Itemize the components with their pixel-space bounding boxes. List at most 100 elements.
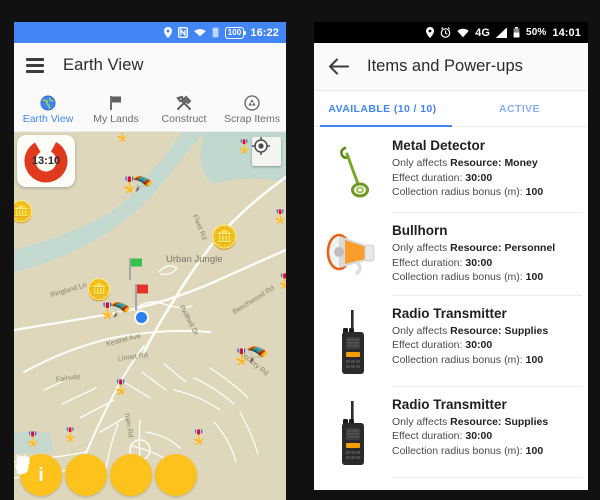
globe-icon: [40, 94, 56, 111]
back-arrow-icon[interactable]: [328, 58, 349, 75]
tab-available[interactable]: AVAILABLE (10 / 10): [314, 91, 451, 127]
item-affects-line: Only affects Resource: Personnel: [392, 241, 578, 256]
tab-earth-view[interactable]: Earth View: [14, 88, 82, 131]
my-location-button[interactable]: [252, 137, 281, 166]
left-phone-screenshot: 100 16:22 Earth View Earth View My Lands…: [0, 0, 300, 500]
list-item[interactable]: Metal Detector Only affects Resource: Mo…: [314, 127, 588, 212]
item-radius-label: Collection radius bonus (m):: [392, 444, 526, 457]
left-app-bar: Earth View: [14, 43, 286, 88]
collect-button[interactable]: [14, 454, 152, 496]
item-radius-value: 100: [525, 353, 544, 366]
tab-scrap-items[interactable]: Scrap Items: [218, 88, 286, 131]
tab-label: Scrap Items: [223, 113, 281, 125]
map-marker-parachute[interactable]: 🪂: [132, 176, 153, 193]
item-name: Radio Transmitter: [392, 396, 507, 412]
item-affects-line: Only affects Resource: Supplies: [392, 324, 578, 339]
item-duration-line: Effect duration: 30:00: [392, 338, 578, 353]
tab-active[interactable]: ACTIVE: [451, 91, 588, 127]
map-marker-soldier[interactable]: 🎖️: [62, 428, 78, 441]
item-affects-value: Resource: Supplies: [450, 324, 549, 337]
sim-card-icon: [212, 27, 219, 38]
left-phone-screen: 100 16:22 Earth View Earth View My Lands…: [14, 22, 286, 500]
left-tab-bar: Earth View My Lands Construct Scrap Item…: [14, 88, 286, 132]
left-clock: 16:22: [250, 26, 279, 39]
flag-icon: [109, 94, 123, 111]
map-action-buttons: i: [14, 454, 286, 496]
map-marker-soldier[interactable]: 🎖️: [112, 380, 129, 394]
tab-construct[interactable]: Construct: [150, 88, 218, 131]
flag-button[interactable]: [16, 454, 197, 496]
wifi-icon: [457, 28, 469, 38]
tab-label: Construct: [161, 113, 207, 125]
list-item[interactable]: Bullhorn Only affects Resource: Personne…: [314, 212, 588, 295]
flag-icon: [16, 454, 30, 474]
item-details: Metal Detector Only affects Resource: Mo…: [392, 138, 578, 200]
map-marker-soldier[interactable]: 🎖️: [114, 132, 130, 141]
list-item[interactable]: Radio Transmitter Only affects Resource:…: [314, 294, 588, 386]
tab-label: AVAILABLE (10 / 10): [328, 103, 437, 115]
items-list[interactable]: Metal Detector Only affects Resource: Mo…: [314, 127, 588, 490]
item-duration-label: Effect duration:: [392, 171, 466, 184]
item-affects-line: Only affects Resource: Money: [392, 156, 578, 171]
4g-signal-icon: [496, 27, 508, 38]
red-flag-marker[interactable]: [132, 282, 150, 312]
item-duration-label: Effect duration:: [392, 256, 466, 269]
info-icon: i: [38, 464, 44, 486]
nfc-icon: [177, 27, 188, 38]
metal-detector-icon: [314, 138, 392, 202]
timer-progress-ring: 13:10: [23, 138, 69, 184]
location-pin-icon: [163, 27, 172, 38]
item-affects-value: Resource: Money: [450, 157, 538, 169]
item-radius-line: Collection radius bonus (m): 100: [392, 270, 578, 285]
item-affects-value: Resource: Personnel: [450, 242, 556, 254]
screenshot-stage: 100 16:22 Earth View Earth View My Lands…: [0, 0, 600, 500]
right-status-bar: 4G 50% 14:01: [314, 22, 588, 43]
item-radius-line: Collection radius bonus (m): 100: [392, 353, 578, 368]
map-marker-soldier[interactable]: 🎖️: [24, 432, 41, 446]
boost-button[interactable]: [16, 454, 107, 496]
list-item[interactable]: [314, 476, 588, 491]
map-marker-soldier[interactable]: 🎖️: [190, 430, 207, 444]
map-label: Urban Jungle: [166, 254, 223, 265]
item-duration-value: 30:00: [465, 256, 493, 269]
location-pin-icon: [426, 27, 435, 38]
item-affects-label: Only affects: [392, 324, 451, 337]
map-marker-soldier[interactable]: 🎖️: [272, 210, 286, 223]
map-marker-parachute[interactable]: 🪂: [110, 302, 131, 319]
map-marker-coins[interactable]: 🪙: [210, 226, 239, 249]
tools-icon: [175, 94, 193, 111]
map-marker-coins[interactable]: 🪙: [14, 202, 34, 223]
map-marker-parachute[interactable]: 🪂: [246, 346, 268, 364]
event-timer-widget[interactable]: 13:10: [17, 135, 75, 187]
tab-label: My Lands: [93, 113, 139, 125]
right-clock: 14:01: [552, 26, 581, 39]
map-marker-soldier[interactable]: 🎖️: [276, 274, 286, 288]
battery-percent-label: 50%: [526, 27, 547, 38]
map-marker-soldier[interactable]: 🎖️: [236, 140, 252, 153]
tab-label: Earth View: [22, 113, 74, 125]
network-type-label: 4G: [475, 26, 491, 39]
wifi-icon: [194, 28, 206, 38]
item-affects-value: Resource: Supplies: [450, 415, 549, 428]
item-radius-label: Collection radius bonus (m):: [392, 353, 526, 366]
item-duration-line: Effect duration: 30:00: [392, 429, 578, 444]
right-tab-bar: AVAILABLE (10 / 10) ACTIVE: [314, 91, 588, 127]
tab-label: ACTIVE: [499, 103, 540, 115]
list-item[interactable]: Radio Transmitter Only affects Resource:…: [314, 385, 588, 477]
hamburger-menu-icon[interactable]: [26, 58, 44, 73]
radio-transmitter-icon: [314, 397, 392, 467]
page-title: Items and Power-ups: [367, 57, 523, 75]
map-canvas[interactable]: Urban Jungle Ringland Ln Kestrel Ave Lin…: [14, 132, 286, 500]
item-name: Bullhorn: [392, 223, 448, 238]
green-flag-marker[interactable]: [126, 256, 144, 282]
current-location-dot: [136, 312, 147, 323]
item-duration-value: 30:00: [465, 171, 493, 184]
item-affects-label: Only affects: [392, 157, 451, 169]
map-marker-coins[interactable]: 🪙: [86, 280, 112, 301]
tab-my-lands[interactable]: My Lands: [82, 88, 150, 131]
item-duration-label: Effect duration:: [392, 430, 466, 442]
my-location-icon: [252, 137, 270, 155]
item-radius-value: 100: [525, 444, 544, 457]
item-name: Metal Detector: [392, 138, 486, 153]
radio-transmitter-icon: [314, 306, 392, 376]
